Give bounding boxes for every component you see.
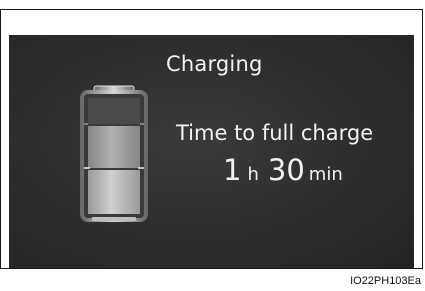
screen-title: Charging bbox=[166, 52, 263, 76]
hours-unit: h bbox=[247, 164, 259, 185]
minutes-unit: min bbox=[308, 164, 343, 185]
hours-value: 1 bbox=[223, 153, 242, 187]
time-to-full-charge-value: 1 h 30 min bbox=[223, 153, 343, 187]
figure-id: IO22PH103Ea bbox=[350, 275, 421, 287]
time-to-full-charge-label: Time to full charge bbox=[176, 121, 374, 145]
battery-icon bbox=[80, 85, 148, 222]
minutes-value: 30 bbox=[267, 153, 305, 187]
